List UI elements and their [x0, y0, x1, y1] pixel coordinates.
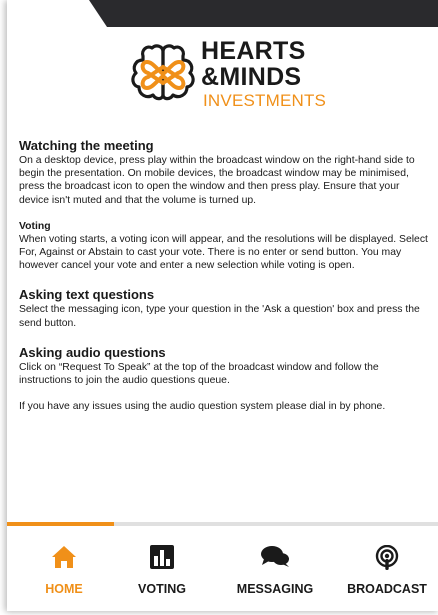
- company-logo: HEARTS &MINDS INVESTMENTS: [129, 36, 329, 114]
- section-text-questions: Asking text questions Select the messagi…: [19, 287, 431, 329]
- voting-heading: Voting: [19, 220, 51, 232]
- bottom-tab-bar: HOME VOTING MESSAGING BROADCAST: [7, 522, 438, 615]
- text-questions-heading: Asking text questions: [19, 287, 155, 303]
- tab-broadcast-label: BROADCAST: [347, 582, 427, 596]
- tab-home[interactable]: HOME: [27, 526, 101, 611]
- tab-home-label: HOME: [45, 582, 83, 596]
- logo-text-minds: &MINDS: [201, 63, 302, 91]
- tab-messaging[interactable]: MESSAGING: [225, 526, 325, 611]
- chat-bubbles-icon: [261, 546, 289, 567]
- help-content: Watching the meeting On a desktop device…: [19, 138, 431, 413]
- text-questions-body: Select the messaging icon, type your que…: [19, 304, 420, 329]
- audio-questions-help: If you have any issues using the audio q…: [19, 401, 386, 413]
- tab-voting[interactable]: VOTING: [127, 526, 197, 611]
- watching-heading: Watching the meeting: [19, 138, 154, 153]
- header-dark-band: [89, 0, 438, 27]
- section-voting: Voting When voting starts, a voting icon…: [19, 220, 431, 273]
- audio-questions-heading: Asking audio questions: [19, 344, 166, 360]
- tab-messaging-label: MESSAGING: [236, 582, 314, 596]
- tab-voting-label: VOTING: [138, 582, 186, 596]
- home-icon: [52, 546, 76, 568]
- brain-heart-logo-icon: [131, 44, 195, 101]
- top-header-bar: [7, 0, 438, 27]
- audio-questions-body: Click on “Request To Speak” at the top o…: [19, 361, 379, 387]
- section-audio-questions: Asking audio questions Click on “Request…: [19, 345, 431, 414]
- podcast-icon: [375, 545, 399, 570]
- logo-text-hearts: HEARTS: [201, 37, 306, 65]
- bar-chart-icon: [150, 545, 174, 569]
- watching-body: On a desktop device, press play within t…: [19, 155, 415, 206]
- logo-text-investments: INVESTMENTS: [203, 91, 327, 110]
- tab-broadcast[interactable]: BROADCAST: [337, 526, 437, 611]
- app-panel: HEARTS &MINDS INVESTMENTS Watching the m…: [7, 0, 438, 611]
- section-watching: Watching the meeting On a desktop device…: [19, 138, 431, 207]
- voting-body: When voting starts, a voting icon will a…: [19, 233, 428, 272]
